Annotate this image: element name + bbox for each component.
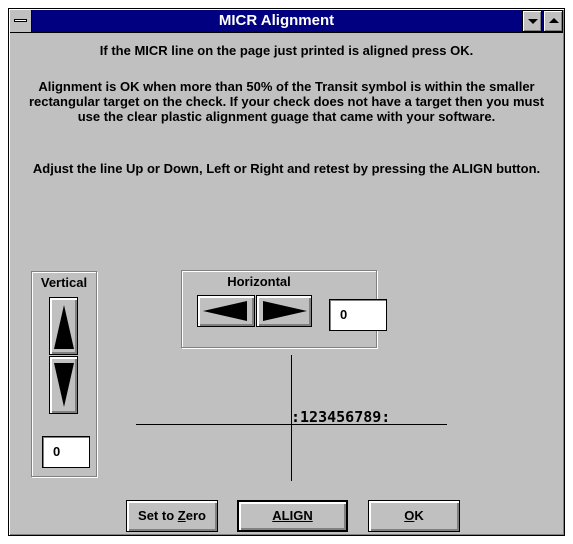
set-to-zero-button[interactable]: Set to Zero (126, 500, 218, 532)
system-menu-icon (14, 19, 27, 22)
micr-line-preview: :123456789: (291, 408, 391, 426)
title-bar: MICR Alignment (10, 10, 563, 33)
move-right-button[interactable] (256, 295, 312, 327)
set-to-zero-mnemonic: Z (177, 508, 186, 523)
minimize-button[interactable] (522, 10, 542, 32)
vertical-group: Vertical 0 (31, 271, 97, 477)
arrow-down-icon (54, 363, 74, 407)
move-down-button[interactable] (49, 356, 78, 414)
horizontal-group: Horizontal 0 (181, 270, 387, 348)
system-menu-button[interactable] (10, 10, 32, 32)
horizontal-offset-field[interactable]: 0 (329, 299, 387, 331)
vertical-offset-field[interactable]: 0 (42, 436, 90, 468)
maximize-icon (549, 18, 559, 23)
align-button[interactable]: ALIGN (237, 500, 348, 532)
micr-alignment-dialog: MICR Alignment If the MICR line on the p… (8, 8, 565, 536)
instruction-adjust: Adjust the line Up or Down, Left or Righ… (32, 161, 541, 176)
move-left-button[interactable] (197, 295, 255, 327)
ok-mnemonic: O (404, 508, 415, 523)
instruction-alignment-ok: Alignment is OK when more than 50% of th… (28, 79, 545, 124)
maximize-button[interactable] (543, 10, 563, 32)
vertical-label: Vertical (40, 275, 88, 290)
horizontal-label: Horizontal (227, 274, 291, 289)
set-to-zero-label-suffix: ero (185, 508, 206, 523)
instruction-aligned: If the MICR line on the page just printe… (99, 43, 474, 58)
set-to-zero-label-prefix: Set to (138, 508, 178, 523)
arrow-up-icon (54, 305, 74, 349)
align-mnemonic: A (272, 508, 282, 523)
ok-button[interactable]: OK (368, 500, 460, 532)
arrow-left-icon (203, 301, 247, 321)
arrow-right-icon (263, 301, 307, 321)
minimize-icon (528, 19, 538, 24)
move-up-button[interactable] (49, 297, 78, 355)
ok-label-suffix: K (414, 508, 424, 523)
align-label-suffix: LIGN (281, 508, 313, 523)
window-title: MICR Alignment (218, 12, 335, 29)
